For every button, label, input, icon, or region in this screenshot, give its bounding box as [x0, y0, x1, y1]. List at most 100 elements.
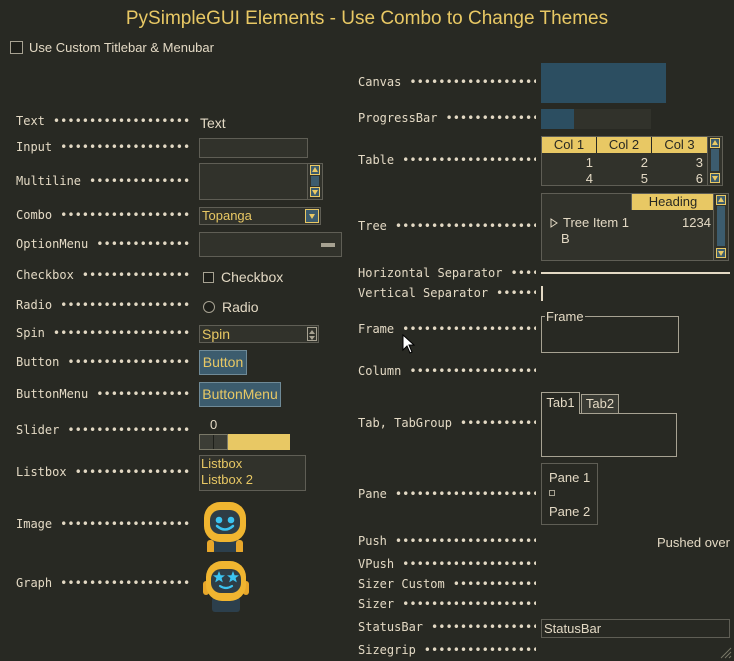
combo-dropdown-icon[interactable] [305, 209, 319, 223]
scroll-thumb[interactable] [311, 176, 319, 186]
tab-2[interactable]: Tab2 [581, 394, 619, 414]
right-label-progressbar: ProgressBar [358, 111, 438, 125]
slider-handle[interactable] [199, 434, 228, 450]
right-leader-dots: ••••••••••••••••••••••••••••••••••••••••… [394, 219, 536, 233]
radio[interactable]: Radio [203, 299, 259, 315]
right-label-canvas: Canvas [358, 75, 402, 89]
graph[interactable] [200, 557, 252, 612]
canvas[interactable] [541, 63, 666, 103]
pushed-text: Pushed over [657, 535, 730, 550]
table-cell: 4 [585, 171, 593, 186]
table-header-col3[interactable]: Col 3 [652, 137, 707, 153]
progress-bar [541, 109, 651, 129]
left-label-row-input: Input •••••••••••••••••••••••••••••••••••… [16, 140, 192, 154]
custom-titlebar-label: Use Custom Titlebar & Menubar [29, 40, 214, 55]
multiline-field[interactable] [199, 163, 323, 200]
listbox-item[interactable]: Listbox [201, 456, 305, 472]
button[interactable]: Button [199, 350, 247, 375]
table-header-col2[interactable]: Col 2 [597, 137, 652, 153]
robot-star-eyes-icon [203, 561, 249, 612]
tree-heading[interactable]: Heading [632, 194, 714, 210]
checkbox[interactable]: Checkbox [203, 269, 283, 285]
tree-header-blank[interactable] [542, 194, 632, 210]
spin[interactable]: Spin [199, 325, 319, 343]
left-label-row-image: Image •••••••••••••••••••••••••••••••••••… [16, 517, 192, 531]
option-menu[interactable] [199, 232, 342, 257]
custom-titlebar-checkbox[interactable]: Use Custom Titlebar & Menubar [10, 40, 214, 55]
checkbox-box[interactable] [203, 271, 214, 283]
right-leader-dots: ••••••••••••••••••••••••••••••••••••••••… [409, 364, 536, 378]
image-robot [202, 500, 248, 552]
tree-child-item[interactable]: B [561, 231, 570, 246]
scroll-down-icon[interactable] [710, 173, 720, 183]
button-menu[interactable]: ButtonMenu [199, 382, 281, 407]
right-label-row-statusbar: StatusBar •••••••••••••••••••••••••••••••… [358, 620, 536, 634]
slider[interactable] [199, 434, 290, 450]
right-label-table: Table [358, 153, 395, 167]
listbox[interactable]: Listbox Listbox 2 [199, 455, 306, 491]
pane[interactable]: Pane 1 Pane 2 [541, 463, 598, 525]
table-header-col1[interactable]: Col 1 [542, 137, 597, 153]
right-label-sizegrip: Sizegrip [358, 643, 416, 657]
right-leader-dots: ••••••••••••••••••••••••••••••••••••••••… [510, 266, 537, 280]
table-row[interactable]: 1 2 3 [542, 155, 707, 170]
left-label-spin: Spin [16, 326, 45, 340]
left-label-row-optionmenu: OptionMenu ••••••••••••••••••••••••••••••… [16, 237, 192, 251]
input-field[interactable] [199, 138, 308, 158]
scroll-down-icon[interactable] [716, 248, 726, 258]
checkbox-label: Checkbox [221, 269, 284, 285]
scroll-up-icon[interactable] [310, 165, 320, 175]
left-label-buttonmenu: ButtonMenu [16, 387, 89, 401]
pane-2[interactable]: Pane 2 [549, 504, 590, 519]
left-leader-dots: ••••••••••••••••••••••••••••••••••••••••… [60, 298, 192, 312]
sizegrip-icon[interactable] [718, 645, 732, 659]
slider-handle-groove [213, 435, 214, 449]
right-label-row-tabgroup: Tab, TabGroup •••••••••••••••••••••••••••… [358, 416, 536, 430]
tree-item[interactable]: Tree Item 1 [550, 215, 629, 230]
left-label-row-slider: Slider ••••••••••••••••••••••••••••••••••… [16, 423, 192, 437]
left-label-row-text: Text ••••••••••••••••••••••••••••••••••••… [16, 114, 192, 128]
scroll-thumb[interactable] [717, 206, 725, 246]
left-label-image: Image [16, 517, 53, 531]
mouse-cursor-icon [402, 334, 415, 354]
left-label-row-spin: Spin ••••••••••••••••••••••••••••••••••••… [16, 326, 192, 340]
tree-expand-icon[interactable] [550, 217, 558, 228]
tab-content [541, 413, 677, 457]
radio-circle-icon[interactable] [203, 301, 215, 313]
table-cell: 6 [695, 171, 703, 186]
right-label-sizercustom: Sizer Custom [358, 577, 445, 591]
checkbox-box[interactable] [10, 41, 23, 54]
tree-scrollbar[interactable] [713, 194, 728, 260]
left-label-row-button: Button ••••••••••••••••••••••••••••••••••… [16, 355, 192, 369]
spin-arrows-icon[interactable] [307, 327, 317, 341]
tree[interactable]: Heading Tree Item 1 1234 B [541, 193, 729, 261]
pane-1[interactable]: Pane 1 [549, 470, 590, 485]
table-scrollbar[interactable] [707, 137, 722, 185]
right-label-row-vsep: Vertical Separator ••••••••••••••••••••••… [358, 286, 536, 300]
left-label-slider: Slider [16, 423, 60, 437]
right-label-row-sizegrip: Sizegrip ••••••••••••••••••••••••••••••••… [358, 643, 536, 657]
combo-box[interactable]: Topanga [199, 207, 321, 225]
table-row[interactable]: 4 5 6 [542, 171, 707, 186]
pane-sash-handle-icon[interactable] [549, 490, 555, 496]
right-leader-dots: ••••••••••••••••••••••••••••••••••••••••… [402, 153, 536, 167]
right-label-tree: Tree [358, 219, 387, 233]
multiline-scrollbar[interactable] [307, 164, 322, 199]
tab-1[interactable]: Tab1 [541, 392, 580, 414]
scroll-thumb[interactable] [711, 149, 719, 171]
listbox-item[interactable]: Listbox 2 [201, 472, 305, 488]
left-leader-dots: ••••••••••••••••••••••••••••••••••••••••… [67, 423, 192, 437]
scroll-down-icon[interactable] [310, 187, 320, 197]
right-leader-dots: ••••••••••••••••••••••••••••••••••••••••… [409, 75, 536, 89]
scroll-up-icon[interactable] [710, 138, 720, 148]
right-label-row-vpush: VPush •••••••••••••••••••••••••••••••••••… [358, 557, 536, 571]
table[interactable]: Col 1 Col 2 Col 3 1 2 3 4 5 6 [541, 136, 723, 186]
left-leader-dots: ••••••••••••••••••••••••••••••••••••••••… [60, 140, 192, 154]
right-label-frame: Frame [358, 322, 395, 336]
left-label-checkbox: Checkbox [16, 268, 74, 282]
right-label-push: Push [358, 534, 387, 548]
right-leader-dots: ••••••••••••••••••••••••••••••••••••••••… [402, 557, 536, 571]
left-leader-dots: ••••••••••••••••••••••••••••••••••••••••… [60, 517, 192, 531]
left-label-row-listbox: Listbox •••••••••••••••••••••••••••••••••… [16, 465, 192, 479]
scroll-up-icon[interactable] [716, 195, 726, 205]
